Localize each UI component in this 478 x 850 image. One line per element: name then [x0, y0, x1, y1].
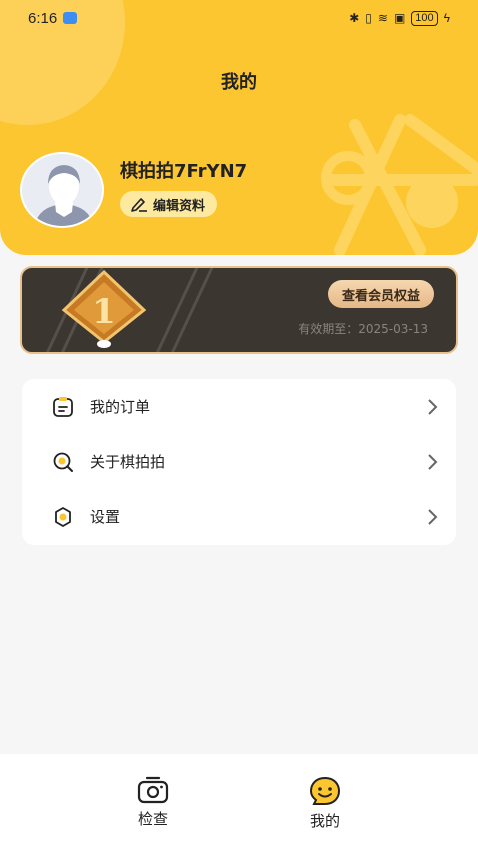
- tab-mine[interactable]: 我的: [285, 754, 365, 850]
- board-decor-icon: [321, 114, 478, 255]
- username: 棋拍拍7FrYN7: [120, 161, 248, 182]
- vibrate-icon: ▯: [365, 11, 372, 25]
- smile-face-icon: [309, 776, 341, 805]
- status-bar: 6:16 ✱ ▯ ≋ ▣ 100 ϟ: [0, 0, 478, 36]
- about-icon: [53, 452, 73, 472]
- edit-profile-button[interactable]: 编辑资料: [120, 191, 218, 217]
- chevron-right-icon: [428, 508, 438, 525]
- tab-label: 我的: [309, 812, 340, 830]
- menu-item-label: 关于棋拍拍: [90, 453, 166, 471]
- view-benefits-button[interactable]: 查看会员权益: [327, 280, 434, 308]
- bottom-nav: 检查 我的: [0, 754, 478, 850]
- notification-app-icon: [63, 12, 78, 24]
- avatar[interactable]: [20, 152, 104, 228]
- default-avatar-icon: [22, 154, 102, 226]
- menu-item-orders[interactable]: 我的订单: [22, 379, 456, 434]
- menu-item-settings[interactable]: 设置: [22, 489, 456, 544]
- tab-inspect[interactable]: 检查: [113, 754, 193, 850]
- bluetooth-icon: ✱: [349, 11, 360, 25]
- page-title: 我的: [221, 72, 257, 93]
- camera-icon: [137, 776, 169, 804]
- membership-expire-text: 有效期至：2025-03-13: [298, 322, 428, 336]
- menu-item-about[interactable]: 关于棋拍拍: [22, 434, 456, 489]
- membership-card[interactable]: 1 查看会员权益 有效期至：2025-03-13: [20, 266, 458, 354]
- menu-item-label: 我的订单: [90, 398, 151, 416]
- profile-header: 6:16 ✱ ▯ ≋ ▣ 100 ϟ 我的 棋拍拍7FrYN7 编辑资料: [0, 0, 478, 255]
- chevron-right-icon: [428, 453, 438, 470]
- wifi-icon: ≋: [377, 11, 388, 25]
- alert-icon: ▣: [393, 11, 406, 25]
- chevron-right-icon: [428, 398, 438, 415]
- status-time: 6:16: [28, 9, 58, 27]
- tab-label: 检查: [137, 810, 168, 828]
- rank-1-badge-icon: 1: [61, 270, 147, 348]
- edit-profile-label: 编辑资料: [153, 198, 206, 214]
- order-icon: [53, 396, 73, 417]
- charging-icon: ϟ: [443, 11, 450, 25]
- settings-icon: [55, 506, 71, 527]
- pencil-icon: [131, 198, 147, 212]
- svg-text:1: 1: [92, 292, 116, 332]
- menu-card: 我的订单 关于棋拍拍 设置: [22, 379, 456, 545]
- battery-indicator: 100: [411, 10, 438, 26]
- menu-item-label: 设置: [90, 508, 121, 526]
